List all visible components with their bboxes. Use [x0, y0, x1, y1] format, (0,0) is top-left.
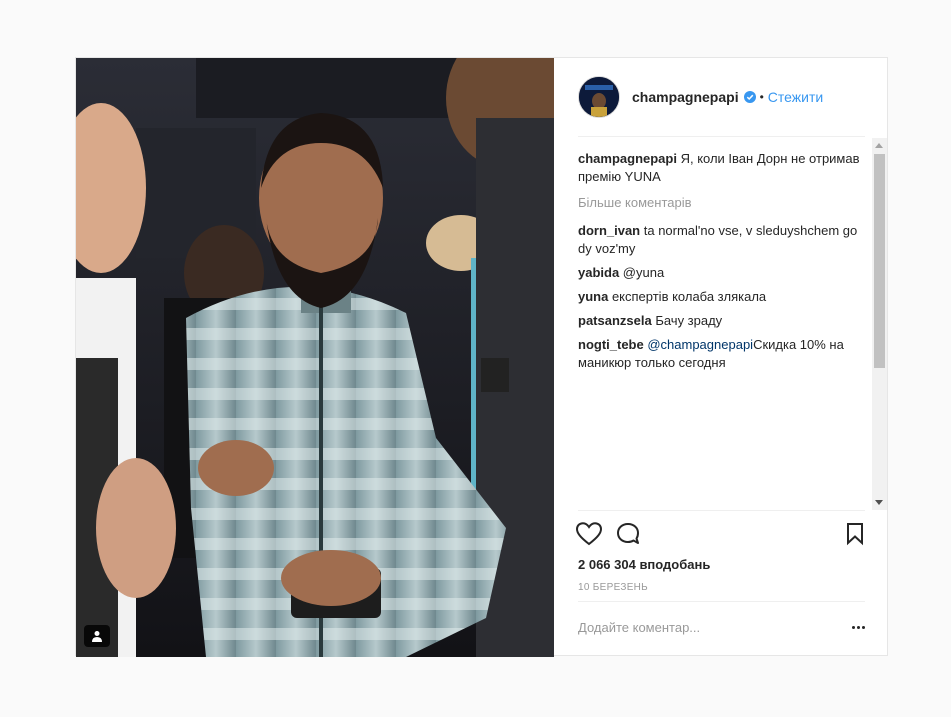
comment-text: Бачу зраду — [651, 313, 723, 328]
post-caption: champagnepapi Я, коли Іван Дорн не отрим… — [578, 150, 864, 186]
post-sidebar: champagnepapi • Стежити champagnepapi Я,… — [554, 58, 889, 657]
comment-item: yuna експертів колаба злякала — [578, 288, 864, 306]
heart-icon[interactable] — [575, 522, 603, 551]
scroll-up-arrow-icon[interactable] — [875, 143, 883, 148]
comment-input-divider — [578, 601, 865, 602]
comment-text: експертів колаба злякала — [608, 289, 767, 304]
post-header: champagnepapi • Стежити — [578, 76, 865, 118]
comment-username[interactable]: yuna — [578, 289, 608, 304]
photo-image — [76, 58, 554, 657]
likes-count[interactable]: 2 066 304 вподобань — [578, 557, 710, 572]
more-options-icon[interactable] — [852, 626, 865, 629]
post-date[interactable]: 10 БЕРЕЗЕНЬ — [578, 582, 648, 593]
post-photo[interactable] — [76, 58, 554, 657]
comments-scrollbar[interactable] — [872, 138, 887, 510]
comments-list: champagnepapi Я, коли Іван Дорн не отрим… — [578, 150, 864, 504]
scroll-down-arrow-icon[interactable] — [875, 500, 883, 505]
avatar[interactable] — [578, 76, 620, 118]
comment-item: yabida @yuna — [578, 264, 864, 282]
comment-text: @yuna — [619, 265, 665, 280]
scroll-thumb[interactable] — [874, 154, 885, 368]
actions-divider — [578, 510, 865, 511]
comment-username[interactable]: dorn_ivan — [578, 223, 640, 238]
comment-item: nogti_tebe @champagnepapiСкидка 10% на м… — [578, 336, 864, 372]
verified-badge-icon — [743, 91, 756, 103]
separator-dot: • — [759, 90, 764, 104]
user-tag-icon[interactable] — [84, 625, 110, 647]
header-divider — [578, 136, 865, 137]
bookmark-icon[interactable] — [845, 522, 865, 551]
more-comments-link[interactable]: Більше коментарів — [578, 194, 864, 212]
comment-username[interactable]: yabida — [578, 265, 619, 280]
post-card: champagnepapi • Стежити champagnepapi Я,… — [75, 57, 889, 657]
caption-username[interactable]: champagnepapi — [578, 151, 677, 166]
post-actions — [575, 522, 865, 551]
follow-button[interactable]: Стежити — [768, 89, 823, 105]
comment-mention[interactable]: @champagnepapi — [644, 337, 753, 352]
comment-username[interactable]: patsanzsela — [578, 313, 652, 328]
comment-icon[interactable] — [616, 522, 642, 551]
comment-item: dorn_ivan ta normal'no vse, v sleduyshch… — [578, 222, 864, 258]
comment-username[interactable]: nogti_tebe — [578, 337, 644, 352]
comment-item: patsanzsela Бачу зраду — [578, 312, 864, 330]
post-username[interactable]: champagnepapi — [632, 89, 739, 105]
add-comment-input[interactable] — [578, 620, 818, 635]
